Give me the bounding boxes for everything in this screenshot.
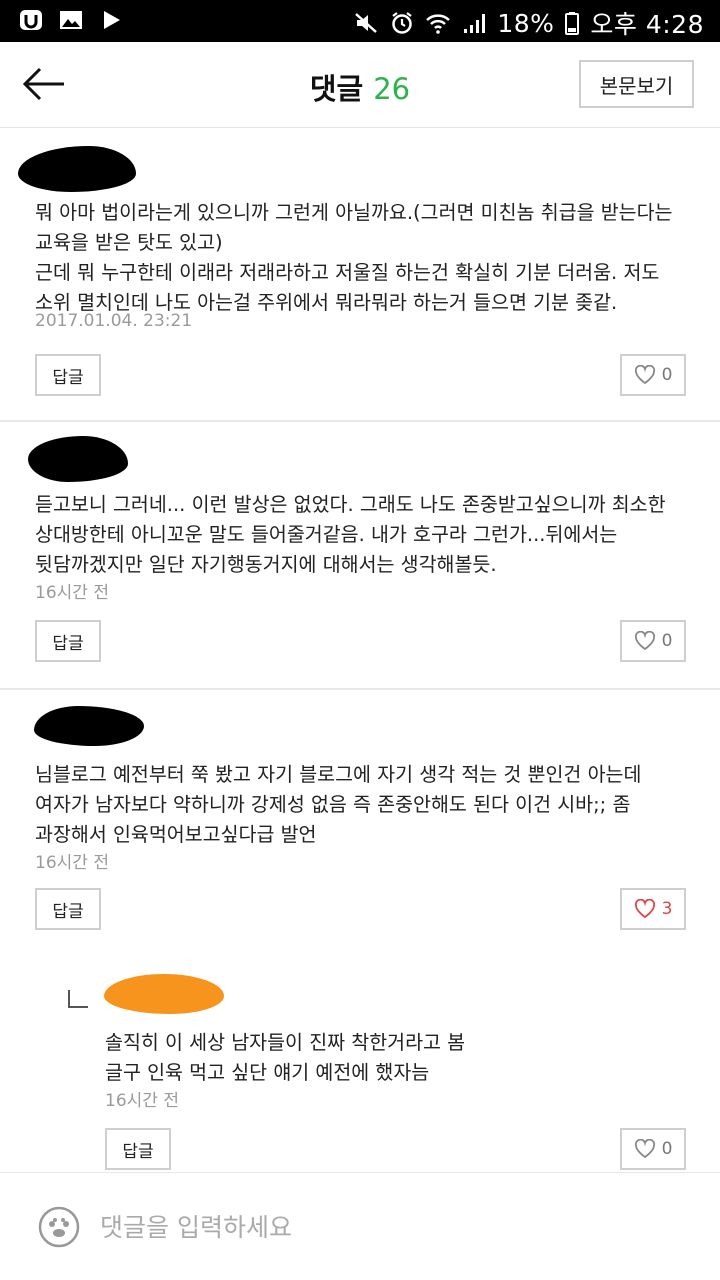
- comment-item: 님블로그 예전부터 쭉 봤고 자기 블로그에 자기 생각 적는 것 뿐인건 아는…: [0, 690, 720, 958]
- redacted-avatar: [28, 436, 128, 482]
- signal-icon: [464, 14, 486, 33]
- reply-button[interactable]: 답글: [35, 620, 101, 662]
- comment-count: 26: [373, 72, 411, 106]
- reply-item: 솔직히 이 세상 남자들이 진짜 착한거라고 봄 글구 인육 먹고 싶단 얘기 …: [0, 958, 720, 1172]
- redacted-avatar: [18, 146, 136, 192]
- like-button[interactable]: 0: [620, 620, 686, 662]
- like-count: 0: [661, 365, 673, 385]
- heart-icon: [634, 365, 655, 385]
- comment-date: 16시간 전: [35, 853, 109, 873]
- header-bar: 댓글 26 본문보기: [0, 42, 720, 128]
- battery-percent: 18%: [497, 8, 555, 38]
- like-button[interactable]: 3: [620, 888, 686, 930]
- comment-date: 2017.01.04. 23:21: [35, 311, 193, 331]
- comment-text: 듣고보니 그러네... 이런 발상은 없었다. 그래도 나도 존중받고싶으니까 …: [35, 493, 672, 576]
- clock: 오후 4:28: [590, 10, 704, 39]
- like-count: 0: [661, 1139, 673, 1159]
- heart-icon: [634, 899, 655, 919]
- reply-date: 16시간 전: [105, 1091, 179, 1111]
- battery-icon: [565, 12, 580, 35]
- reply-indent-icon: [68, 990, 88, 1008]
- reply-button[interactable]: 답글: [105, 1128, 171, 1170]
- comment-input-bar: [0, 1172, 720, 1280]
- like-count: 0: [661, 631, 673, 651]
- view-post-button[interactable]: 본문보기: [579, 60, 694, 108]
- redacted-avatar: [34, 706, 144, 746]
- alarm-icon: [392, 12, 413, 34]
- reply-text: 솔직히 이 세상 남자들이 진짜 착한거라고 봄 글구 인육 먹고 싶단 얘기 …: [105, 1031, 466, 1084]
- comment-date: 16시간 전: [35, 583, 109, 603]
- like-count: 3: [661, 899, 673, 919]
- reply-button[interactable]: 답글: [35, 888, 101, 930]
- comment-text: 뭐 아마 법이라는게 있으니까 그런게 아닐까요.(그러면 미친놈 취급을 받는…: [35, 201, 673, 314]
- status-bar: 18% 오후 4:28: [0, 0, 720, 42]
- comment-text: 님블로그 예전부터 쭉 봤고 자기 블로그에 자기 생각 적는 것 뿐인건 아는…: [35, 763, 648, 846]
- comment-item: 뭐 아마 법이라는게 있으니까 그런게 아닐까요.(그러면 미친놈 취급을 받는…: [0, 128, 720, 422]
- sticker-icon[interactable]: [38, 1206, 80, 1248]
- mute-icon: [355, 13, 378, 33]
- reply-button[interactable]: 답글: [35, 354, 101, 396]
- wifi-icon: [426, 14, 451, 34]
- like-button[interactable]: 0: [620, 1128, 686, 1170]
- like-button[interactable]: 0: [620, 354, 686, 396]
- redacted-avatar: [104, 974, 224, 1014]
- comment-item: 듣고보니 그러네... 이런 발상은 없었다. 그래도 나도 존중받고싶으니까 …: [0, 422, 720, 690]
- gallery-icon: [60, 11, 82, 29]
- title-text: 댓글: [309, 72, 364, 106]
- comment-input[interactable]: [100, 1203, 690, 1251]
- heart-icon: [634, 631, 655, 651]
- app-notification-icon: [20, 10, 42, 30]
- play-icon: [104, 11, 120, 29]
- heart-icon: [634, 1139, 655, 1159]
